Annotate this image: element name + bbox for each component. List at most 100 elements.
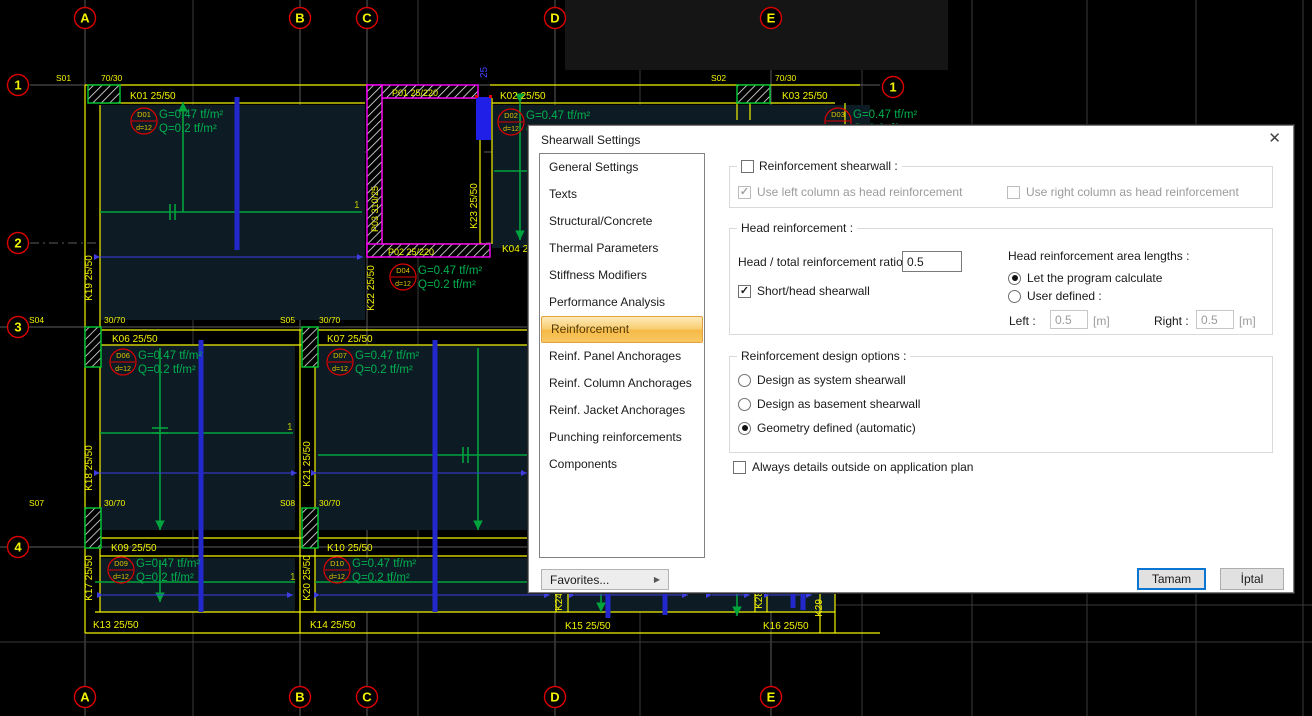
ratio-label: Head / total reinforcement ratio : [738, 255, 909, 269]
axis-bubble-label: 2 [14, 236, 21, 251]
let-program-calculate-radio[interactable] [1008, 272, 1021, 285]
column-label: S04 [29, 315, 44, 325]
slab-id-label: D02 [504, 111, 518, 120]
favorites-label: Favorites... [550, 573, 609, 587]
beam-label: K10 25/50 [327, 543, 373, 554]
beam-label: K16 25/50 [763, 621, 809, 632]
selection-dimension-label: 25 [479, 66, 490, 78]
slab-thickness-label: d=12 [113, 574, 129, 581]
slab-id-label: D04 [396, 266, 410, 275]
axis-bubble-label: B [295, 690, 304, 705]
app-window: AABBCCDDEE12341K01 25/50K02 25/50K03 25/… [0, 0, 1312, 716]
design-system-radio[interactable] [738, 374, 751, 387]
span-direction-label: 1 [290, 572, 296, 583]
wall-label: P02 25/220 [388, 247, 434, 257]
column-label: S02 [711, 73, 726, 83]
ratio-input[interactable] [902, 251, 962, 272]
use-right-column-label: Use right column as head reinforcement [1026, 185, 1239, 199]
column-label: 30/70 [319, 498, 341, 508]
cancel-button[interactable]: İptal [1220, 568, 1284, 590]
slab-live-load-label: Q=0.2 tf/m² [136, 572, 194, 584]
slab-id-label: D10 [330, 559, 344, 568]
span-direction-label: 1 [354, 200, 360, 211]
slab-dead-load-label: G=0.47 tf/m² [418, 265, 482, 277]
use-left-column-checkbox[interactable]: ✓ [738, 186, 751, 199]
beam-label-vertical: K21 25/50 [302, 441, 313, 487]
axis-bubble-label: B [295, 11, 304, 26]
column-label: 70/30 [775, 73, 797, 83]
column-label: S05 [280, 315, 295, 325]
right-unit: [m] [1239, 314, 1256, 328]
nav-item-reinforcement[interactable]: Reinforcement [541, 316, 703, 343]
ok-button[interactable]: Tamam [1137, 568, 1206, 590]
right-input[interactable] [1196, 310, 1234, 329]
axis-bubble-label: C [362, 11, 372, 26]
nav-item-components[interactable]: Components [540, 451, 704, 478]
nav-item-reinf-jacket-anchorages[interactable]: Reinf. Jacket Anchorages [540, 397, 704, 424]
beam-label: K03 25/50 [782, 91, 828, 102]
axis-bubble-label: D [550, 690, 559, 705]
beam-label: K02 25/50 [500, 91, 546, 102]
wall-label: P01 25/220 [392, 88, 438, 98]
always-details-label: Always details outside on application pl… [752, 460, 973, 474]
close-icon[interactable]: ✕ [1268, 131, 1281, 146]
beam-label-vertical: K29 [814, 599, 825, 617]
user-defined-label: User defined : [1027, 289, 1102, 303]
beam-label-vertical: K28 [754, 591, 765, 609]
left-label: Left : [1009, 314, 1036, 328]
nav-item-reinf-panel-anchorages[interactable]: Reinf. Panel Anchorages [540, 343, 704, 370]
slab-dead-load-label: G=0.47 tf/m² [526, 110, 590, 122]
beam-label-vertical: K23 25/50 [469, 183, 480, 229]
group-title: Reinforcement design options : [741, 349, 906, 363]
axis-bubble-label: 1 [14, 78, 21, 93]
left-unit: [m] [1093, 314, 1110, 328]
favorites-button[interactable]: Favorites... ▶ [541, 569, 669, 590]
settings-nav-list: General SettingsTextsStructural/Concrete… [539, 153, 705, 558]
use-right-column-checkbox[interactable] [1007, 186, 1020, 199]
slab-thickness-label: d=12 [115, 366, 131, 373]
slab-thickness-label: d=12 [329, 574, 345, 581]
reinforcement-shearwall-checkbox[interactable] [741, 160, 754, 173]
geometry-defined-radio[interactable] [738, 422, 751, 435]
always-details-checkbox[interactable] [733, 461, 746, 474]
slab-live-load-label: Q=0.2 tf/m² [352, 572, 410, 584]
axis-bubble-label: A [80, 690, 90, 705]
beam-label-vertical: K19 25/50 [84, 255, 95, 301]
favorites-arrow-icon: ▶ [654, 575, 660, 584]
selected-wall[interactable] [475, 95, 492, 140]
nav-item-texts[interactable]: Texts [540, 181, 704, 208]
slab-id-label: D06 [116, 351, 130, 360]
axis-bubble-label: E [767, 690, 776, 705]
slab-id-label: D03 [831, 110, 845, 119]
beam-label-vertical: K22 25/50 [366, 265, 377, 311]
slab-id-label: D07 [333, 351, 347, 360]
slab-id-label: D01 [137, 110, 151, 119]
slab-id-label: D09 [114, 559, 128, 568]
nav-item-stiffness-modifiers[interactable]: Stiffness Modifiers [540, 262, 704, 289]
short-head-label: Short/head shearwall [757, 284, 870, 298]
nav-item-performance-analysis[interactable]: Performance Analysis [540, 289, 704, 316]
axis-bubble-label: A [80, 11, 90, 26]
short-head-checkbox[interactable]: ✓ [738, 285, 751, 298]
user-defined-radio[interactable] [1008, 290, 1021, 303]
beam-label-vertical: K17 25/50 [84, 555, 95, 601]
left-input[interactable] [1050, 310, 1088, 329]
group-reinforcement-shearwall: Reinforcement shearwall : ✓ Use left col… [729, 166, 1273, 208]
beam-label: K13 25/50 [93, 620, 139, 631]
axis-bubble-label: C [362, 690, 372, 705]
floor-opening [382, 98, 480, 244]
shearwall-settings-dialog: Shearwall Settings ✕ General SettingsTex… [528, 125, 1294, 593]
nav-item-general-settings[interactable]: General Settings [540, 154, 704, 181]
slab-thickness-label: d=12 [503, 126, 519, 133]
slab-dead-load-label: G=0.47 tf/m² [352, 558, 416, 570]
nav-item-punching-reinforcements[interactable]: Punching reinforcements [540, 424, 704, 451]
design-basement-radio[interactable] [738, 398, 751, 411]
nav-item-structural-concrete[interactable]: Structural/Concrete [540, 208, 704, 235]
nav-item-thermal-parameters[interactable]: Thermal Parameters [540, 235, 704, 262]
column-label: 70/30 [101, 73, 123, 83]
span-direction-label: 1 [287, 422, 293, 433]
right-label: Right : [1154, 314, 1189, 328]
nav-item-reinf-column-anchorages[interactable]: Reinf. Column Anchorages [540, 370, 704, 397]
column-label: 30/70 [319, 315, 341, 325]
slab-dead-load-label: G=0.47 tf/m² [159, 109, 223, 121]
